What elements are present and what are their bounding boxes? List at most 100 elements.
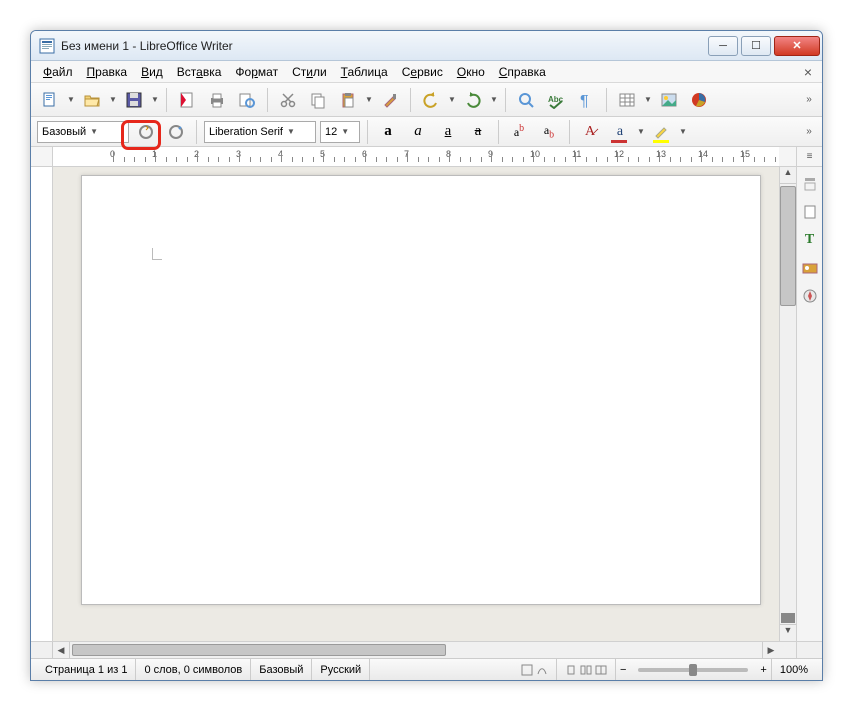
sidebar-properties-icon[interactable] (799, 173, 821, 195)
single-page-icon (565, 664, 577, 676)
page-viewport[interactable] (53, 167, 779, 641)
redo-dropdown[interactable]: ▼ (490, 95, 498, 104)
sidebar-gallery-icon[interactable] (799, 257, 821, 279)
scissors-icon (279, 91, 297, 109)
close-button[interactable]: ✕ (774, 36, 820, 56)
menu-table[interactable]: Таблица (335, 63, 394, 81)
status-insert-mode[interactable] (513, 659, 557, 680)
menu-window[interactable]: Окно (451, 63, 491, 81)
find-icon (517, 91, 535, 109)
folder-icon (83, 91, 101, 109)
clear-formatting-button[interactable]: A̷ (577, 119, 603, 145)
undo-dropdown[interactable]: ▼ (448, 95, 456, 104)
status-view-layout[interactable] (557, 659, 616, 680)
new-document-dropdown[interactable]: ▼ (67, 95, 75, 104)
copy-button[interactable] (305, 87, 331, 113)
find-button[interactable] (513, 87, 539, 113)
formatting-toolbar: Базовый▼ Liberation Serif▼ 12▼ a a a a a… (31, 117, 822, 147)
new-document-button[interactable] (37, 87, 63, 113)
formatting-marks-button[interactable]: ¶ (573, 87, 599, 113)
book-view-icon (595, 664, 607, 676)
window-controls: ─ ☐ ✕ (705, 36, 820, 56)
superscript-button[interactable]: ab (506, 119, 532, 145)
font-color-button[interactable]: a (607, 119, 633, 145)
print-preview-button[interactable] (234, 87, 260, 113)
horizontal-scrollbar[interactable]: ◀ ▶ (31, 641, 822, 658)
hscroll-left-button[interactable]: ◀ (53, 642, 70, 658)
menu-help[interactable]: Справка (493, 63, 552, 81)
export-pdf-button[interactable] (174, 87, 200, 113)
menu-styles[interactable]: Стили (286, 63, 333, 81)
insert-table-button[interactable] (614, 87, 640, 113)
save-button[interactable] (121, 87, 147, 113)
new-style-button[interactable] (163, 119, 189, 145)
open-button[interactable] (79, 87, 105, 113)
open-dropdown[interactable]: ▼ (109, 95, 117, 104)
status-pagestyle[interactable]: Базовый (251, 659, 312, 680)
vertical-scroll-thumb[interactable] (780, 186, 796, 306)
vertical-ruler[interactable] (31, 167, 53, 641)
zoom-value[interactable]: 100% (771, 659, 816, 680)
zoom-slider-knob[interactable] (689, 664, 697, 676)
clone-formatting-button[interactable] (377, 87, 403, 113)
paste-button[interactable] (335, 87, 361, 113)
paste-dropdown[interactable]: ▼ (365, 95, 373, 104)
insert-mode-icon (521, 664, 533, 676)
hscroll-track[interactable] (70, 642, 762, 658)
page-nav-marker[interactable] (781, 613, 795, 623)
status-page[interactable]: Страница 1 из 1 (37, 659, 136, 680)
insert-image-button[interactable] (656, 87, 682, 113)
underline-button[interactable]: a (435, 119, 461, 145)
statusbar: Страница 1 из 1 0 слов, 0 символов Базов… (31, 658, 822, 680)
subscript-button[interactable]: ab (536, 119, 562, 145)
content-area: 01234567891011121314151617 ≡ ▲ ▼ T (31, 147, 822, 658)
hscroll-right-button[interactable]: ▶ (762, 642, 779, 658)
toolbar-overflow-button[interactable]: » (802, 94, 816, 105)
strikethrough-button[interactable]: a (465, 119, 491, 145)
sidebar-toggle-icon[interactable]: ≡ (803, 151, 817, 162)
cut-button[interactable] (275, 87, 301, 113)
vertical-scrollbar[interactable]: ▲ ▼ (779, 167, 796, 641)
paste-icon (339, 91, 357, 109)
paragraph-style-combo[interactable]: Базовый▼ (37, 121, 129, 143)
menu-edit[interactable]: Правка (81, 63, 134, 81)
zoom-out-button[interactable]: − (616, 659, 630, 680)
italic-button[interactable]: a (405, 119, 431, 145)
zoom-in-button[interactable]: + (756, 664, 770, 676)
menu-insert[interactable]: Вставка (171, 63, 228, 81)
toolbar-overflow-button[interactable]: » (802, 126, 816, 137)
status-wordcount[interactable]: 0 слов, 0 символов (136, 659, 251, 680)
sidebar-page-icon[interactable] (799, 201, 821, 223)
maximize-button[interactable]: ☐ (741, 36, 771, 56)
bold-button[interactable]: a (375, 119, 401, 145)
font-color-dropdown[interactable]: ▼ (637, 127, 645, 136)
spellcheck-button[interactable]: Abc (543, 87, 569, 113)
insert-table-dropdown[interactable]: ▼ (644, 95, 652, 104)
close-document-button[interactable]: × (800, 64, 816, 80)
print-button[interactable] (204, 87, 230, 113)
menu-format[interactable]: Формат (229, 63, 284, 81)
highlight-button[interactable] (649, 119, 675, 145)
menu-view[interactable]: Вид (135, 63, 169, 81)
zoom-slider[interactable] (638, 668, 748, 672)
font-name-combo[interactable]: Liberation Serif▼ (204, 121, 316, 143)
status-language[interactable]: Русский (312, 659, 370, 680)
save-dropdown[interactable]: ▼ (151, 95, 159, 104)
horizontal-ruler[interactable]: 01234567891011121314151617 (53, 147, 779, 166)
menu-tools[interactable]: Сервис (396, 63, 449, 81)
sidebar-navigator-icon[interactable] (799, 285, 821, 307)
sidebar-styles-icon[interactable]: T (799, 229, 821, 251)
insert-chart-button[interactable] (686, 87, 712, 113)
update-style-button[interactable] (133, 119, 159, 145)
printer-icon (208, 91, 226, 109)
redo-button[interactable] (460, 87, 486, 113)
menu-file[interactable]: Файл (37, 63, 79, 81)
hscroll-thumb[interactable] (72, 644, 446, 656)
redo-icon (464, 91, 482, 109)
document-page[interactable] (81, 175, 761, 605)
minimize-button[interactable]: ─ (708, 36, 738, 56)
highlight-dropdown[interactable]: ▼ (679, 127, 687, 136)
pdf-icon (178, 91, 196, 109)
undo-button[interactable] (418, 87, 444, 113)
font-size-combo[interactable]: 12▼ (320, 121, 360, 143)
